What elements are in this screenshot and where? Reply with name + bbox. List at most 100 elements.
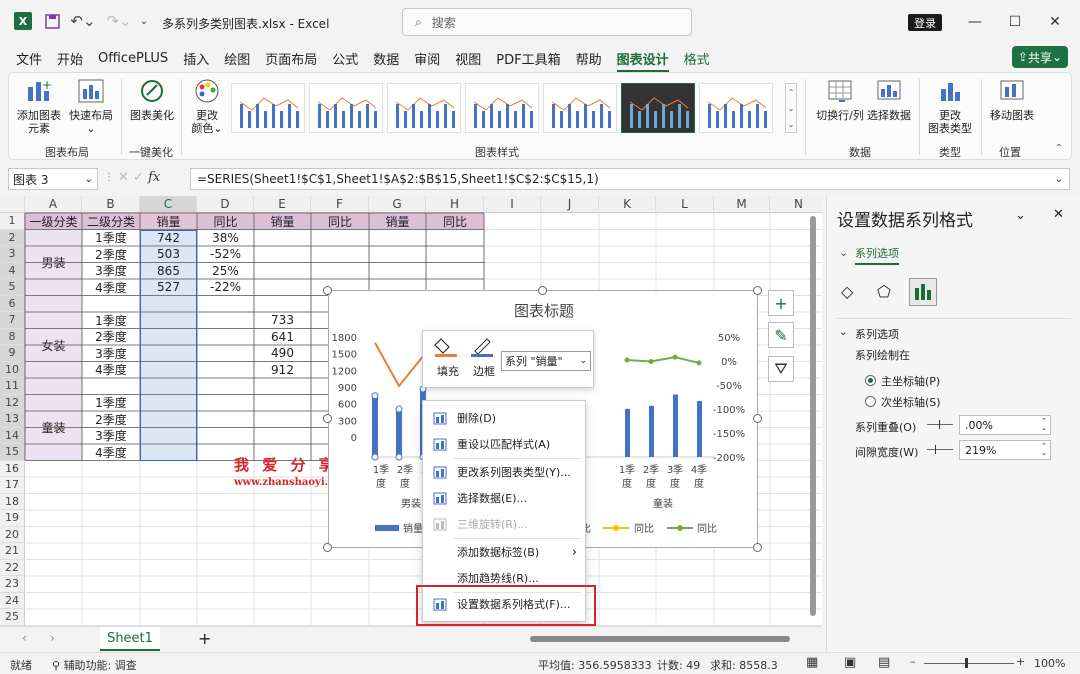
sales-bar[interactable] [697,401,702,457]
formula-input[interactable]: =SERIES(Sheet1!$C$1,Sheet1!$A$2:$B$15,Sh… [190,168,1070,190]
row-header[interactable]: 18 [0,493,25,510]
chart-elements-icon[interactable]: + [768,290,794,316]
sales-bar[interactable] [372,395,378,457]
change-color-button[interactable]: 更改 颜色⌄ [187,77,227,135]
quarter-cell[interactable]: 1季度 [82,395,140,412]
column-header[interactable]: J [541,196,599,213]
add-sheet-button[interactable]: + [198,629,211,648]
fx-icon[interactable]: ✕ ✓ fx [118,170,160,185]
yoy-cell[interactable]: 25% [197,263,254,280]
undo-icon[interactable]: ↶⌄ [68,10,98,32]
next-sheet-icon[interactable]: › [50,631,55,645]
column-header[interactable]: M [714,196,770,213]
row-header[interactable]: 23 [0,576,25,593]
row-header[interactable]: 13 [0,411,25,428]
menu-9[interactable]: 视图 [455,49,481,68]
zoom-slider[interactable] [924,663,1014,664]
chart-style-thumb[interactable] [465,83,539,133]
quick-layout-button[interactable]: 快速布局 ⌄ [67,77,115,135]
horizontal-scrollbar[interactable] [530,636,790,642]
menu-13[interactable]: 格式 [684,49,710,68]
menu-2[interactable]: OfficePLUS [98,51,168,66]
menu-6[interactable]: 公式 [332,49,358,68]
chart-style-thumb[interactable] [543,83,617,133]
menu-8[interactable]: 审阅 [414,49,440,68]
chart-beautify-button[interactable]: 图表美化 [127,77,177,122]
column-header[interactable]: E [254,196,311,213]
collapse-ribbon-icon[interactable]: ⌃ [1055,143,1063,154]
header-cell[interactable]: 销量 [369,213,426,230]
page-break-icon[interactable]: ▤ [878,655,890,670]
chart-resize-handle[interactable] [323,543,332,552]
yoy-cell[interactable]: 38% [197,230,254,247]
row-header[interactable]: 12 [0,394,25,411]
row-header[interactable]: 17 [0,477,25,494]
row-header[interactable]: 5 [0,279,25,296]
yoy-point[interactable] [648,358,654,364]
border-button[interactable]: 边框 [467,335,501,379]
yoy-point[interactable] [624,357,630,363]
minimize-icon[interactable]: — [960,10,990,34]
save-icon[interactable] [42,10,62,32]
zoom-in-icon[interactable]: + [1016,655,1025,668]
row-header[interactable]: 1 [0,213,25,230]
fill-button[interactable]: 填充 [431,335,465,379]
row-header[interactable]: 24 [0,592,25,609]
row-header[interactable]: 7 [0,312,25,329]
column-header[interactable]: L [656,196,714,213]
selected-data-point[interactable] [395,405,403,413]
quarter-cell[interactable]: 2季度 [82,411,140,428]
chevron-down-icon[interactable]: ⌄ [839,246,848,259]
menu-11[interactable]: 帮助 [576,49,602,68]
quarter-cell[interactable]: 4季度 [82,362,140,379]
column-header[interactable]: I [484,196,541,213]
chart-styles-icon[interactable]: ✎ [768,322,794,348]
effects-icon[interactable]: ⬠ [877,282,891,301]
header-cell[interactable]: 同比 [426,213,484,230]
share-button[interactable]: ⇪ 共享 ⌄ [1012,46,1068,68]
quarter-cell[interactable]: 1季度 [82,230,140,247]
quarter-cell[interactable]: 1季度 [82,312,140,329]
prev-sheet-icon[interactable]: ‹ [22,631,27,645]
chart-resize-handle[interactable] [323,414,332,423]
chart-style-thumb[interactable] [699,83,773,133]
yoy-point[interactable] [696,360,702,366]
selected-data-point[interactable] [395,453,403,461]
row-header[interactable]: 2 [0,229,25,246]
row-header[interactable]: 11 [0,378,25,395]
add-chart-element-button[interactable]: + 添加图表 元素 [17,77,61,135]
menu-3[interactable]: 插入 [183,49,209,68]
header-cell[interactable]: 销量 [140,213,197,230]
gap-width-input[interactable]: 219% ⌃ ⌄ [959,440,1051,460]
accessibility-status[interactable]: ⚲ 辅助功能: 调查 [52,657,137,673]
row-header[interactable]: 4 [0,262,25,279]
row-header[interactable]: 19 [0,510,25,527]
yoy-point[interactable] [672,354,678,360]
overlap-input[interactable]: .00% ⌃ ⌄ [959,415,1051,435]
column-header[interactable]: C [140,196,197,213]
sales-bar[interactable] [396,409,402,457]
chart-resize-handle[interactable] [753,414,762,423]
chart-style-thumb[interactable] [621,83,695,133]
group-cell[interactable]: 男装 [25,229,82,296]
group-cell[interactable]: 女装 [25,312,82,378]
menu-5[interactable]: 页面布局 [265,49,317,68]
move-chart-button[interactable]: 移动图表 [987,77,1037,122]
select-data-button[interactable]: 选择数据 [865,77,913,122]
page-layout-icon[interactable]: ▣ [844,655,856,670]
menu-0[interactable]: 文件 [16,49,42,68]
sales-bar[interactable] [673,394,678,457]
row-header[interactable]: 16 [0,460,25,477]
quarter-cell[interactable]: 2季度 [82,329,140,346]
sales-cell[interactable]: 733 [254,312,311,329]
secondary-axis-radio[interactable]: 次坐标轴(S) [865,394,941,410]
overlap-slider[interactable] [927,420,953,429]
row-header[interactable]: 8 [0,328,25,345]
menu-7[interactable]: 数据 [373,49,399,68]
header-cell[interactable]: 二级分类 [82,213,140,230]
zoom-thumb[interactable] [965,658,968,668]
customize-qat-icon[interactable]: ⌄ [138,10,150,32]
row-header[interactable]: 14 [0,427,25,444]
yoy-cell[interactable]: -22% [197,279,254,296]
context-menu-item[interactable]: 添加数据标签(B) › [423,539,587,565]
